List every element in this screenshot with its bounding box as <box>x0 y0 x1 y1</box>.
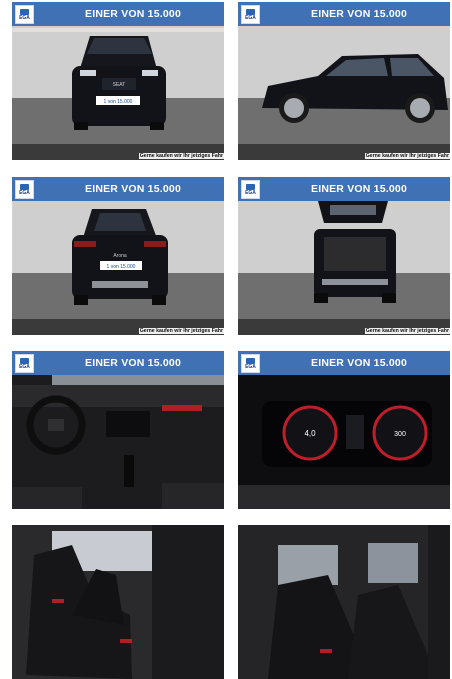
banner-title: EINER VON 15.000 <box>311 357 407 369</box>
dashboard-photo <box>12 375 224 509</box>
license-plate: 1 von 15.000 <box>104 99 133 105</box>
banner-title: EINER VON 15.000 <box>85 183 181 195</box>
photo-banner: EGA EINER VON 15.000 <box>238 351 450 375</box>
gallery-photo-front[interactable]: EGA EINER VON 15.000 SEAT 1 von 15.000 G… <box>12 2 224 160</box>
car-badge: SEAT <box>113 82 126 88</box>
range-readout: 300 <box>394 431 406 438</box>
banner-title: EINER VON 15.000 <box>311 183 407 195</box>
ega-logo-icon: EGA <box>241 180 260 199</box>
photo-caption: Gerne kaufen wir Ihr jetziges Fahr <box>138 328 224 334</box>
photo-banner: EGA EINER VON 15.000 <box>238 2 450 26</box>
rear-seats-photo <box>238 525 450 679</box>
banner-title: EINER VON 15.000 <box>311 8 407 20</box>
car-rear-photo: Arona 1 von 15.000 <box>12 201 224 335</box>
gallery-photo-front-seats[interactable] <box>12 525 224 679</box>
photo-banner: EGA EINER VON 15.000 <box>12 2 224 26</box>
front-seats-photo <box>12 525 224 679</box>
gallery-photo-rear-seats[interactable] <box>238 525 450 679</box>
gallery-photo-rear[interactable]: EGA EINER VON 15.000 Arona 1 von 15.000 … <box>12 177 224 335</box>
ega-logo-icon: EGA <box>15 5 34 24</box>
photo-banner: EGA EINER VON 15.000 <box>12 351 224 375</box>
photo-caption: Gerne kaufen wir Ihr jetziges Fahr <box>138 153 224 159</box>
gallery-photo-side[interactable]: EGA EINER VON 15.000 Gerne kaufen wir Ih… <box>238 2 450 160</box>
speed-readout: 4,0 <box>304 429 316 438</box>
gallery-photo-dashboard[interactable]: EGA EINER VON 15.000 <box>12 351 224 509</box>
ega-logo-icon: EGA <box>15 354 34 373</box>
banner-title: EINER VON 15.000 <box>85 357 181 369</box>
instrument-cluster-photo: 4,0 300 <box>238 375 450 509</box>
ega-logo-icon: EGA <box>15 180 34 199</box>
photo-banner: EGA EINER VON 15.000 <box>12 177 224 201</box>
photo-banner: EGA EINER VON 15.000 <box>238 177 450 201</box>
license-plate: 1 von 15.000 <box>107 264 136 270</box>
car-trunk-photo <box>238 201 450 335</box>
ega-logo-icon: EGA <box>241 5 260 24</box>
banner-title: EINER VON 15.000 <box>85 8 181 20</box>
car-side-photo <box>238 26 450 160</box>
gallery-photo-cluster[interactable]: EGA EINER VON 15.000 4,0 300 <box>238 351 450 509</box>
photo-caption: Gerne kaufen wir Ihr jetziges Fahr <box>364 328 450 334</box>
ega-logo-icon: EGA <box>241 354 260 373</box>
photo-caption: Gerne kaufen wir Ihr jetziges Fahr <box>364 153 450 159</box>
car-front-photo: SEAT 1 von 15.000 <box>12 26 224 160</box>
gallery-photo-trunk[interactable]: EGA EINER VON 15.000 Gerne kaufen wir Ih… <box>238 177 450 335</box>
car-badge: Arona <box>113 253 127 259</box>
